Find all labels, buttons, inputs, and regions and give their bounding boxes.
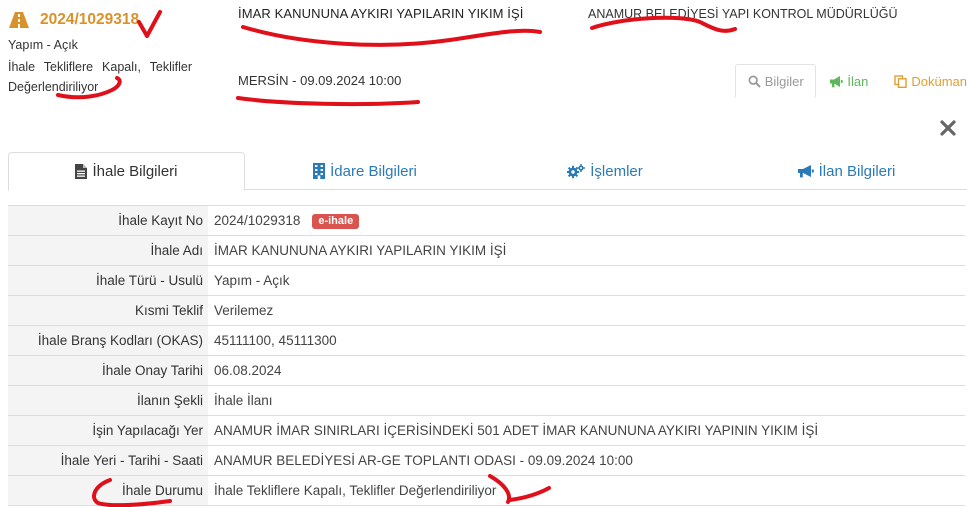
row-label: İlanın Şekli: [8, 385, 208, 416]
close-icon: [940, 120, 956, 136]
road-icon: [8, 11, 30, 29]
row-value: Yapım - Açık: [208, 265, 965, 296]
document-button-label: Doküman: [911, 73, 967, 89]
row-label: İhale Durumu: [8, 475, 208, 506]
tender-summary: 2024/1029318 Yapım - Açık İhale Teklifle…: [8, 10, 208, 97]
tab-label: İşlemler: [590, 162, 643, 180]
tab-bar: İhale Bilgileri İdare Bilgileri İşlemler…: [8, 152, 967, 191]
info-button[interactable]: Bilgiler: [735, 64, 817, 98]
table-row: İlanın Şekli İhale İlanı: [8, 385, 965, 416]
row-label: İhale Onay Tarihi: [8, 355, 208, 386]
bullhorn-icon: [830, 75, 843, 87]
table-row: İhale Durumu İhale Tekliflere Kapalı, Te…: [8, 475, 965, 506]
row-value: Verilemez: [208, 295, 965, 326]
building-icon: [313, 163, 326, 179]
close-button[interactable]: [937, 117, 959, 139]
tab-tender-info[interactable]: İhale Bilgileri: [8, 152, 245, 191]
annotation-underline-title: [241, 25, 542, 47]
info-button-label: Bilgiler: [764, 73, 804, 89]
announcement-button-label: İlan: [847, 73, 869, 89]
bullhorn-icon: [797, 165, 814, 178]
row-label: İhale Türü - Usulü: [8, 265, 208, 296]
search-icon: [748, 75, 761, 88]
registry-line: 2024/1029318: [8, 10, 208, 30]
registry-value: 2024/1029318: [214, 212, 301, 228]
table-row: Kısmi Teklif Verilemez: [8, 295, 965, 326]
tender-details-table: İhale Kayıt No 2024/1029318 e-ihale İhale…: [8, 205, 965, 506]
row-value: ANAMUR İMAR SINIRLARI İÇERİSİNDEKİ 501 A…: [208, 415, 965, 446]
header-actions: Bilgiler İlan Doküman: [735, 64, 967, 98]
row-label: İhale Adı: [8, 235, 208, 266]
annotation-underline-location: [236, 96, 420, 107]
e-tender-badge: e-ihale: [312, 213, 360, 229]
tender-status: İhale Tekliflere Kapalı, Teklifler Değer…: [8, 60, 192, 94]
row-value: İMAR KANUNUNA AYKIRI YAPILARIN YIKIM İŞİ: [208, 235, 965, 266]
table-row: İhale Onay Tarihi 06.08.2024: [8, 355, 965, 386]
tab-label: İdare Bilgileri: [330, 162, 417, 180]
tab-label: İlan Bilgileri: [818, 162, 896, 180]
gears-icon: [567, 163, 586, 178]
registry-number: 2024/1029318: [40, 11, 140, 28]
tab-label: İhale Bilgileri: [92, 163, 178, 180]
copy-icon: [894, 74, 908, 88]
table-row: İşin Yapılacağı Yer ANAMUR İMAR SINIRLAR…: [8, 415, 965, 446]
administration-name: ANAMUR BELEDİYESİ YAPI KONTROL MÜDÜRLÜĞÜ: [588, 7, 898, 21]
row-label: İhale Yeri - Tarihi - Saati: [8, 445, 208, 476]
tender-type-method: Yapım - Açık: [8, 38, 78, 52]
announcement-button[interactable]: İlan: [829, 64, 868, 98]
tab-administration-info[interactable]: İdare Bilgileri: [245, 152, 485, 190]
row-value: ANAMUR BELEDİYESİ AR-GE TOPLANTI ODASI -…: [208, 445, 965, 476]
row-value: 06.08.2024: [208, 355, 965, 386]
row-value: İhale İlanı: [208, 385, 965, 416]
row-label: İhale Kayıt No: [8, 205, 208, 236]
row-label: İhale Branş Kodları (OKAS): [8, 325, 208, 356]
tender-title: İMAR KANUNUNA AYKIRI YAPILARIN YIKIM İŞİ: [238, 6, 524, 21]
table-row: İhale Türü - Usulü Yapım - Açık: [8, 265, 965, 296]
row-label: Kısmi Teklif: [8, 295, 208, 326]
row-value: 2024/1029318 e-ihale: [208, 205, 965, 236]
table-row: İhale Kayıt No 2024/1029318 e-ihale: [8, 205, 965, 236]
document-button[interactable]: Doküman: [894, 64, 967, 98]
row-value: 45111100, 45111300: [208, 325, 965, 356]
file-text-icon: [75, 164, 88, 179]
tab-operations[interactable]: İşlemler: [485, 152, 725, 190]
location-date: MERSİN - 09.09.2024 10:00: [238, 73, 402, 88]
table-row: İhale Yeri - Tarihi - Saati ANAMUR BELED…: [8, 445, 965, 476]
row-value: İhale Tekliflere Kapalı, Teklifler Değer…: [208, 475, 965, 506]
table-row: İhale Branş Kodları (OKAS) 45111100, 451…: [8, 325, 965, 356]
table-row: İhale Adı İMAR KANUNUNA AYKIRI YAPILARIN…: [8, 235, 965, 266]
tab-announcement-info[interactable]: İlan Bilgileri: [725, 152, 967, 190]
row-label: İşin Yapılacağı Yer: [8, 415, 208, 446]
